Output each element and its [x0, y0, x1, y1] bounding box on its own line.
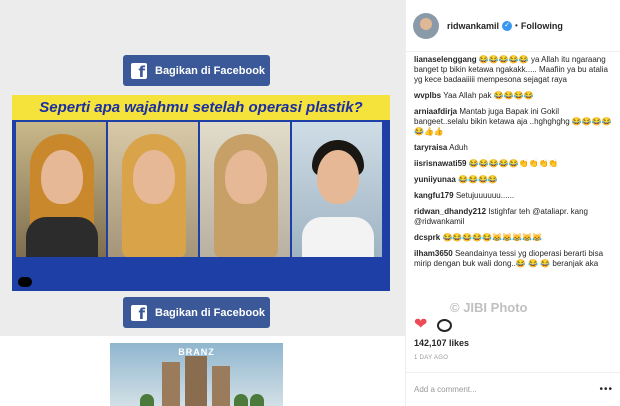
comment-username[interactable]: iisrisnawati59	[414, 159, 466, 168]
comment-username[interactable]: ridwan_dhandy212	[414, 207, 486, 216]
comment-username[interactable]: dcsprk	[414, 233, 440, 242]
poster-headline: Seperti apa wajahmu setelah operasi plas…	[12, 95, 390, 120]
tree-shape	[234, 394, 248, 406]
facebook-share-button-bottom[interactable]: Bagikan di Facebook	[123, 297, 270, 328]
face-panel-2	[108, 122, 198, 257]
separator-dot: •	[515, 21, 518, 30]
comment-item: kangfu179 Setujuuuuuu......	[414, 191, 613, 201]
face-shape	[225, 150, 267, 204]
facebook-share-label: Bagikan di Facebook	[155, 306, 266, 319]
comment-item: iisrisnawati59 😂😂😂😂😂👏👏👏👏	[414, 159, 613, 169]
comment-username[interactable]: wvplbs	[414, 91, 441, 100]
comment-item: arniaafdirja Mantab juga Bapak ini Gokil…	[414, 107, 613, 137]
facebook-share-label: Bagikan di Facebook	[155, 64, 266, 77]
comment-username[interactable]: ilham3650	[414, 249, 453, 258]
comment-input[interactable]	[414, 385, 600, 394]
shirt-shape	[26, 217, 98, 257]
comment-username[interactable]: taryraisa	[414, 143, 447, 152]
post-date: 1 DAY AGO	[414, 355, 449, 361]
tree-shape	[250, 394, 264, 406]
face-panel-4	[292, 122, 382, 257]
face-shape	[133, 150, 175, 204]
building-shape	[212, 366, 230, 406]
advertisement-banner[interactable]: BRANZ	[110, 343, 283, 406]
avatar[interactable]	[413, 12, 439, 39]
comment-item: dcsprk 😂😂😂😂😂😹😹😹😹😹	[414, 233, 613, 243]
post-author-username[interactable]: ridwankamil	[447, 21, 499, 31]
verified-badge-icon: ✓	[502, 20, 513, 31]
face-panel-1	[16, 122, 106, 257]
photo-watermark: © JIBI Photo	[450, 300, 528, 315]
post-header: ridwankamil ✓ • Following	[406, 0, 620, 52]
face-panel-3	[200, 122, 290, 257]
comment-text: 😂😂😂😂😂👏👏👏👏	[468, 159, 559, 168]
comment-item: ridwan_dhandy212 Istighfar teh @ataliapr…	[414, 207, 613, 227]
add-comment-bar: •••	[406, 372, 620, 406]
face-shape	[41, 150, 83, 204]
comment-icon[interactable]	[437, 318, 453, 332]
comment-text: Yaa Allah pak 😂😂😂😂	[443, 91, 534, 100]
plastic-surgery-poster: Seperti apa wajahmu setelah operasi plas…	[12, 95, 390, 291]
facebook-icon	[131, 62, 147, 81]
comment-text: Setujuuuuuu......	[455, 191, 515, 200]
more-options-icon[interactable]: •••	[599, 384, 613, 395]
comment-text: 😂😂😂😂	[458, 175, 498, 184]
comment-username[interactable]: kangfu179	[414, 191, 454, 200]
comment-text: 😂😂😂😂😂😹😹😹😹😹	[442, 233, 543, 242]
poster-footer	[12, 261, 390, 291]
site-logo-icon	[18, 277, 32, 287]
comment-item: wvplbs Yaa Allah pak 😂😂😂😂	[414, 91, 613, 101]
post-actions: ❤	[414, 316, 453, 334]
comment-item: taryraisa Aduh	[414, 143, 613, 153]
comment-username[interactable]: yuniiyunaa	[414, 175, 456, 184]
facebook-share-button-top[interactable]: Bagikan di Facebook	[123, 55, 270, 86]
building-shape	[185, 356, 207, 406]
heart-icon[interactable]: ❤	[414, 317, 427, 333]
building-shape	[162, 362, 180, 406]
comment-username[interactable]: lianaselenggang	[414, 55, 477, 64]
comment-item: lianaselenggang 😂😂😂😂😂 ya Allah itu ngara…	[414, 55, 613, 85]
following-button[interactable]: Following	[521, 21, 563, 31]
comments-list[interactable]: lianaselenggang 😂😂😂😂😂 ya Allah itu ngara…	[406, 52, 620, 306]
like-count[interactable]: 142,107 likes	[414, 338, 469, 348]
post-media: Bagikan di Facebook Seperti apa wajahmu …	[0, 0, 405, 406]
shirt-shape	[302, 217, 374, 257]
comment-item: yuniiyunaa 😂😂😂😂	[414, 175, 613, 185]
facebook-icon	[131, 304, 147, 323]
post-sidebar: ridwankamil ✓ • Following lianaselenggan…	[405, 0, 620, 406]
tree-shape	[140, 394, 154, 406]
comment-text: Aduh	[449, 143, 468, 152]
comment-item: ilham3650 Seandainya tessi yg dioperasi …	[414, 249, 613, 269]
comment-username[interactable]: arniaafdirja	[414, 107, 457, 116]
face-shape	[317, 150, 359, 204]
